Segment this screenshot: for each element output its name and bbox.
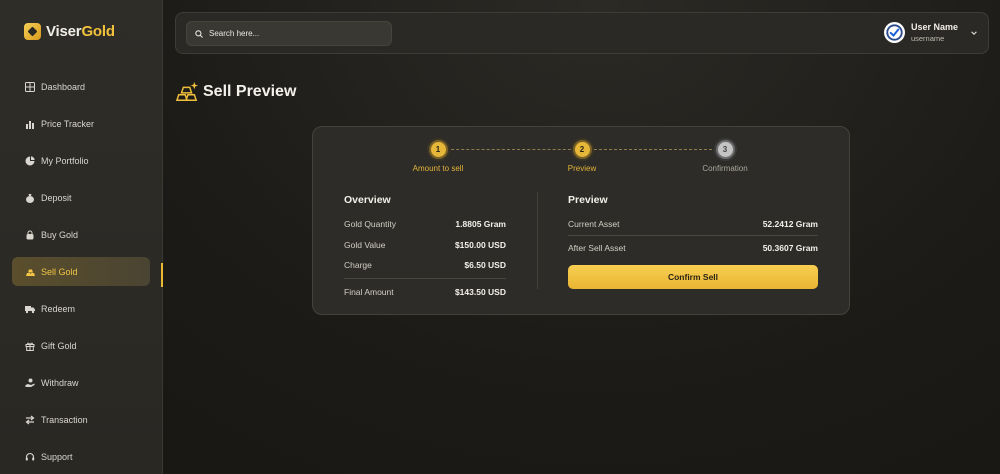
sidebar-item-label: Support: [41, 451, 73, 462]
headset-icon: [25, 452, 35, 460]
sidebar-item-transaction[interactable]: Transaction: [12, 405, 150, 434]
gold-bars-sparkle-icon: [176, 81, 198, 101]
transfer-icon: [25, 415, 35, 424]
row-value: 50.3607 Gram: [762, 243, 818, 253]
gold-bars-icon: [26, 269, 35, 276]
sidebar-item-label: Price Tracker: [41, 118, 95, 129]
truck-icon: [25, 305, 35, 313]
app-root: ViserGold Dashboard Price Tracker My Por…: [0, 0, 1000, 474]
row-value: $6.50 USD: [464, 260, 506, 270]
row-label: After Sell Asset: [568, 243, 626, 253]
preview-title: Preview: [568, 194, 608, 206]
sidebar-item-label: Deposit: [41, 192, 72, 203]
row-value: 1.8805 Gram: [455, 219, 506, 229]
sidebar-item-my-portfolio[interactable]: My Portfolio: [12, 146, 150, 175]
step-label: Amount to sell: [412, 164, 464, 173]
row-label: Charge: [344, 260, 372, 270]
brand-logo[interactable]: ViserGold: [24, 22, 115, 40]
sidebar-item-redeem[interactable]: Redeem: [12, 294, 150, 323]
confirm-sell-button[interactable]: Confirm Sell: [568, 265, 818, 289]
row-value: $143.50 USD: [454, 286, 506, 297]
preview-row: Current Asset 52.2412 Gram: [568, 219, 818, 235]
sidebar-item-price-tracker[interactable]: Price Tracker: [12, 109, 150, 138]
row-label: Gold Value: [344, 239, 386, 250]
search-input[interactable]: [209, 29, 379, 38]
lock-bag-icon: [26, 230, 34, 239]
gift-icon: [25, 342, 35, 351]
sidebar: ViserGold Dashboard Price Tracker My Por…: [0, 0, 163, 474]
divider: [568, 235, 818, 236]
sidebar-item-label: Redeem: [41, 303, 76, 314]
preview-section: Preview Current Asset 52.2412 Gram After…: [568, 194, 818, 264]
hand-coin-icon: [25, 378, 35, 387]
overview-title: Overview: [344, 194, 391, 206]
logo-icon: [24, 22, 41, 40]
pie-chart-icon: [25, 155, 35, 165]
step-number: 3: [715, 140, 735, 159]
overview-total-row: Final Amount $143.50 USD: [344, 287, 506, 308]
stepper: 1 Amount to sell 2 Preview 3 Confirmatio…: [313, 127, 851, 177]
chevron-down-icon[interactable]: [970, 29, 978, 37]
sidebar-item-buy-gold[interactable]: Buy Gold: [12, 220, 150, 249]
row-label: Final Amount: [344, 286, 394, 297]
sidebar-item-label: Dashboard: [41, 81, 86, 92]
user-username: username: [910, 34, 945, 43]
search-icon: [195, 29, 203, 38]
verified-check-icon: [886, 24, 903, 41]
top-bar: User Name username: [175, 12, 989, 54]
avatar[interactable]: [883, 22, 905, 43]
user-menu[interactable]: User Name username: [883, 22, 978, 43]
sidebar-item-label: Transaction: [41, 414, 88, 425]
row-label: Gold Quantity: [344, 219, 396, 229]
active-indicator: [161, 263, 163, 287]
user-name: User Name: [910, 22, 958, 32]
row-value: $150.00 USD: [454, 239, 506, 250]
overview-section: Overview Gold Quantity 1.8805 Gram Gold …: [344, 194, 506, 307]
sidebar-nav: Dashboard Price Tracker My Portfolio Dep…: [12, 72, 150, 474]
row-label: Current Asset: [568, 219, 620, 229]
sidebar-item-gift-gold[interactable]: Gift Gold: [12, 331, 150, 360]
preview-total-row: After Sell Asset 50.3607 Gram: [568, 243, 818, 264]
column-separator: [537, 192, 538, 289]
step-confirmation[interactable]: 3 Confirmation: [680, 140, 770, 173]
sidebar-item-sell-gold[interactable]: Sell Gold: [12, 257, 150, 286]
page-header: Sell Preview: [176, 81, 296, 103]
step-label: Confirmation: [702, 164, 748, 173]
row-value: 52.2412 Gram: [762, 219, 818, 229]
step-number: 1: [428, 140, 448, 159]
sidebar-item-withdraw[interactable]: Withdraw: [12, 368, 150, 397]
step-number: 2: [572, 140, 592, 159]
overview-row: Gold Quantity 1.8805 Gram: [344, 219, 506, 240]
sidebar-item-label: Withdraw: [41, 377, 79, 388]
brand-name: ViserGold: [46, 22, 115, 40]
sell-preview-card: 1 Amount to sell 2 Preview 3 Confirmatio…: [312, 126, 850, 315]
sidebar-item-label: Buy Gold: [41, 229, 79, 240]
sidebar-item-label: Gift Gold: [41, 340, 77, 351]
bar-chart-icon: [26, 120, 34, 129]
sidebar-item-label: My Portfolio: [41, 155, 89, 166]
sidebar-item-label: Sell Gold: [41, 266, 78, 277]
sidebar-item-dashboard[interactable]: Dashboard: [12, 72, 150, 101]
sidebar-item-deposit[interactable]: Deposit: [12, 183, 150, 212]
overview-row: Gold Value $150.00 USD: [344, 240, 506, 261]
search-box[interactable]: [186, 21, 392, 46]
grid-icon: [25, 81, 35, 92]
step-amount-to-sell[interactable]: 1 Amount to sell: [393, 140, 483, 173]
page-title: Sell Preview: [203, 83, 297, 100]
money-bag-icon: [26, 193, 34, 203]
step-label: Preview: [567, 164, 597, 173]
divider: [344, 277, 506, 279]
sidebar-item-support[interactable]: Support: [12, 442, 150, 471]
step-preview[interactable]: 2 Preview: [537, 140, 627, 173]
